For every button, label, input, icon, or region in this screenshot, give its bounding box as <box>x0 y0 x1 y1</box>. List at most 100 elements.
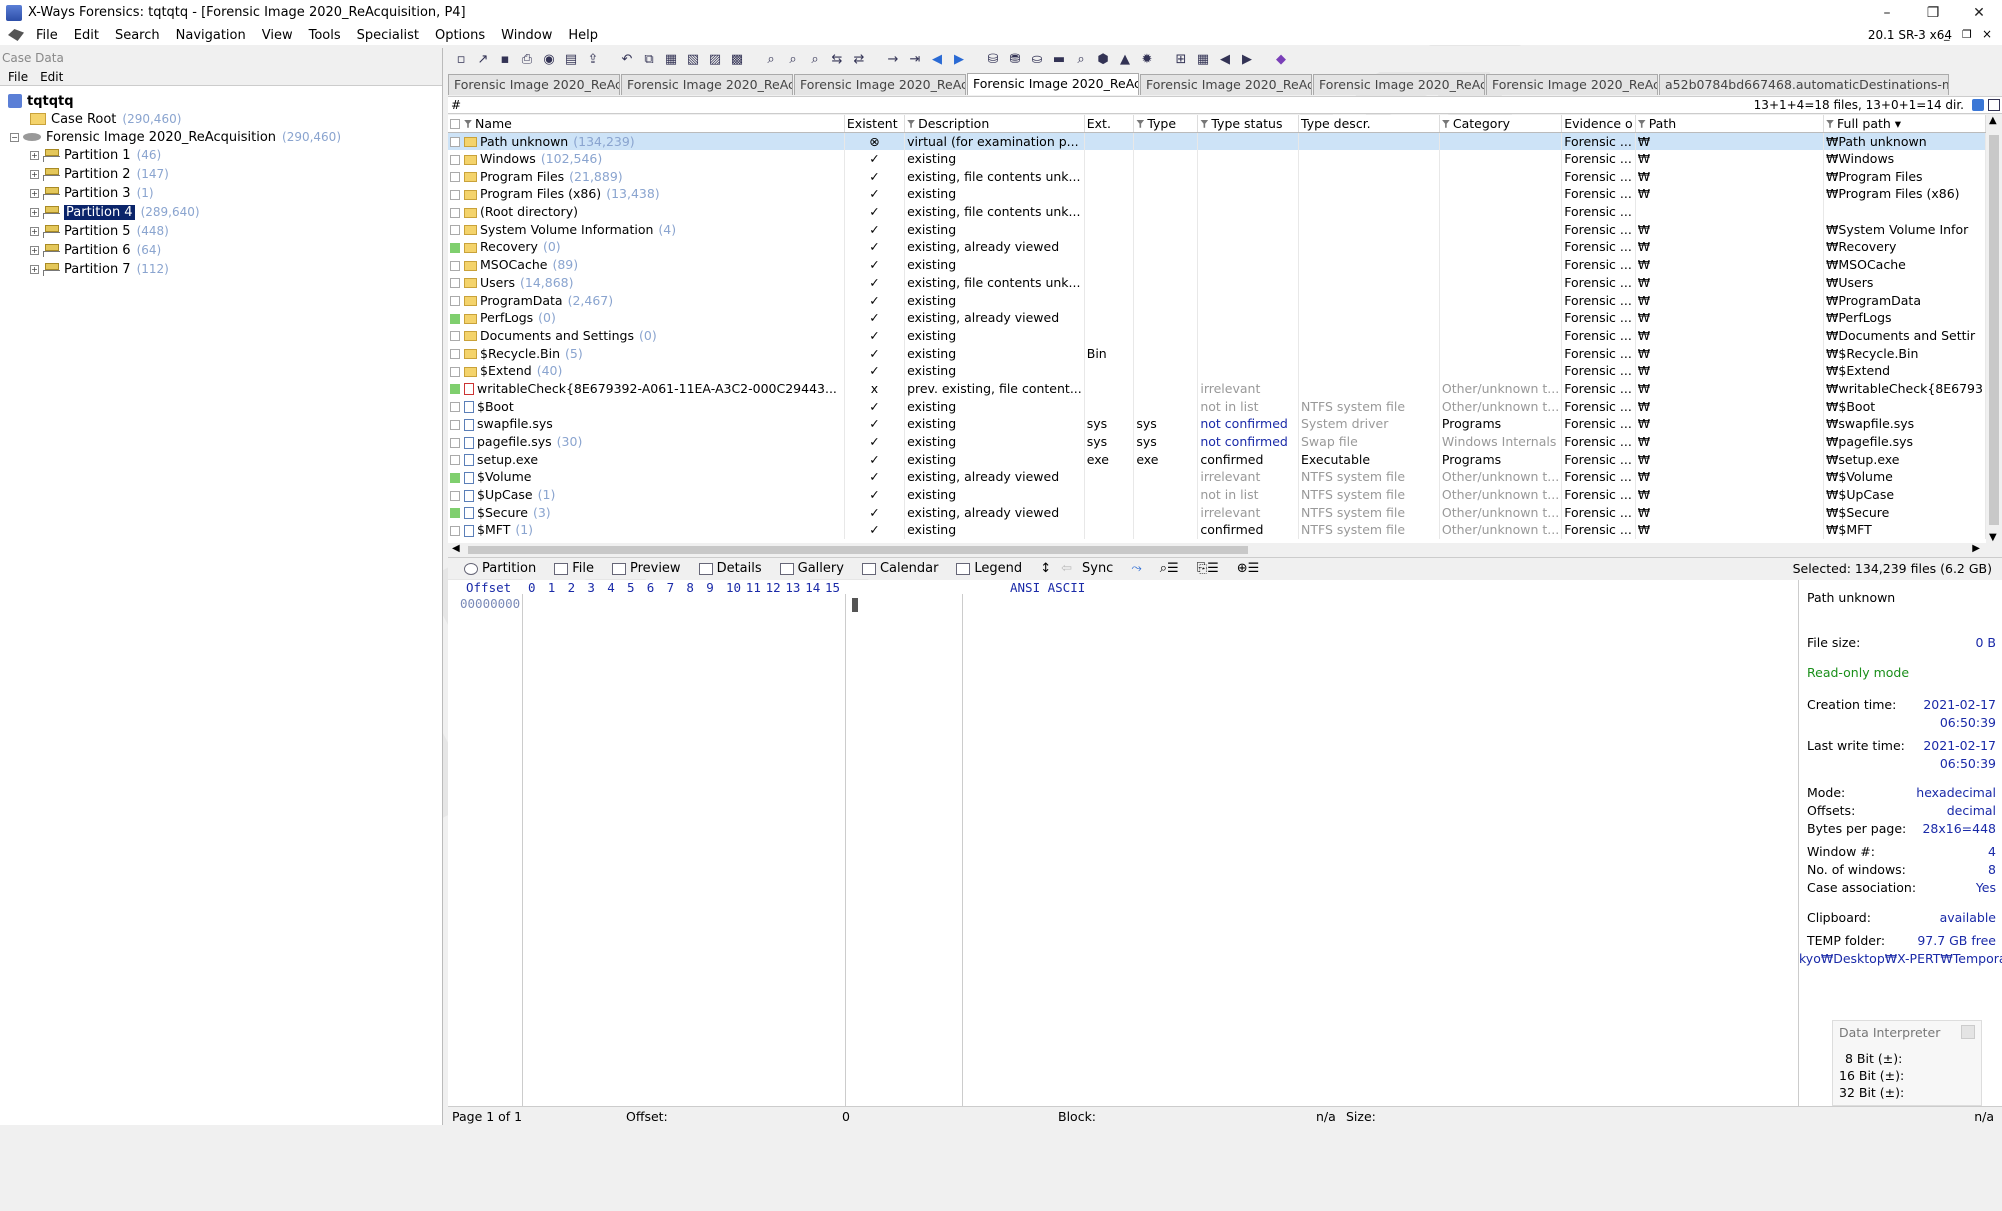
col-evidence[interactable]: Evidence o <box>1561 115 1636 133</box>
tab-0[interactable]: Forensic Image 2020_ReAc... <box>448 74 620 95</box>
col-ext[interactable]: Ext. <box>1084 115 1135 133</box>
current-path[interactable]: # <box>451 98 461 112</box>
find-hex-icon[interactable]: ⌕ <box>784 50 802 68</box>
expand-toggle[interactable]: + <box>30 264 39 274</box>
horizontal-scrollbar[interactable]: ◀ ▶ <box>448 543 2002 557</box>
system-menu-icon[interactable] <box>8 29 24 41</box>
open-icon[interactable]: ↗ <box>474 50 492 68</box>
tab-5[interactable]: Forensic Image 2020_ReAc... <box>1313 74 1485 95</box>
refresh-icon[interactable] <box>1972 99 1984 111</box>
tree-node-partition-3[interactable]: + Partition 3 (1) <box>30 184 154 202</box>
play-back-icon[interactable]: ◀ <box>1216 50 1234 68</box>
find-text-icon[interactable]: ⌕ <box>762 50 780 68</box>
data-interpreter[interactable]: Data Interpreter 8 Bit (±): 16 Bit (±): … <box>1832 1020 1982 1106</box>
table-row[interactable]: $Volume ✓ existing, already viewed irreleva… <box>448 468 1986 486</box>
cell-name[interactable]: setup.exe <box>448 450 845 469</box>
row-checkbox[interactable] <box>450 242 460 253</box>
view-icon[interactable]: ⊞ <box>1172 50 1190 68</box>
partition-button[interactable]: Partition <box>464 561 536 576</box>
menu-tools[interactable]: Tools <box>301 28 349 43</box>
cell-name[interactable]: $MFT (1) <box>448 521 845 539</box>
row-checkbox[interactable] <box>450 331 460 342</box>
cell-name[interactable]: MSOCache (89) <box>448 255 845 274</box>
tree-node-partition-6[interactable]: + Partition 6 (64) <box>30 241 161 259</box>
tab-4[interactable]: Forensic Image 2020_ReAc... <box>1140 74 1312 95</box>
target-icon[interactable]: ⊕☰ <box>1237 561 1260 576</box>
offset-value[interactable]: 0 <box>842 1109 850 1124</box>
file-button[interactable]: File <box>554 561 594 576</box>
cell-name[interactable]: Program Files (x86) (13,438) <box>448 185 845 203</box>
table-row[interactable]: PerfLogs (0) ✓ existing, already viewed Fore… <box>448 308 1986 327</box>
table-row[interactable]: Recovery (0) ✓ existing, already viewed Fore… <box>448 238 1986 256</box>
close-icon[interactable] <box>1961 1025 1975 1039</box>
select-all-checkbox[interactable] <box>450 119 460 130</box>
table-row[interactable]: setup.exe ✓ existing exe exe confirmed Executa… <box>448 450 1986 469</box>
menu-search[interactable]: Search <box>107 28 168 43</box>
table-row[interactable]: Program Files (x86) (13,438) ✓ existing Fore… <box>448 185 1986 203</box>
replace-icon[interactable]: ⇆ <box>828 50 846 68</box>
copy-icon[interactable]: ⧉ <box>640 50 658 68</box>
link-icon[interactable]: ⤳ <box>1131 561 1141 576</box>
restore-button[interactable]: ❐ <box>1910 0 1956 25</box>
cell-name[interactable]: Recovery (0) <box>448 238 845 256</box>
save-list-icon[interactable] <box>1988 99 2000 111</box>
read-only-mode[interactable]: Read-only mode <box>1807 665 1909 680</box>
cell-name[interactable]: $Extend (40) <box>448 361 845 380</box>
filter-icon[interactable] <box>907 119 916 128</box>
gallery-button[interactable]: Gallery <box>779 561 844 576</box>
table-row[interactable]: $Extend (40) ✓ existing Forensic ... ₩ ₩$Exten… <box>448 361 1986 380</box>
cell-name[interactable]: Path unknown (134,239) <box>448 132 845 150</box>
goto-sector-icon[interactable]: ⇥ <box>906 50 924 68</box>
menu-file[interactable]: File <box>28 28 66 43</box>
table-row[interactable]: MSOCache (89) ✓ existing Forensic ... ₩ ₩MSOCa… <box>448 255 1986 274</box>
table-row[interactable]: System Volume Information (4) ✓ existing For… <box>448 220 1986 239</box>
row-checkbox[interactable] <box>450 189 460 200</box>
row-checkbox[interactable] <box>450 137 460 148</box>
tab-3-active[interactable]: Forensic Image 2020_ReAc... <box>967 73 1139 95</box>
scroll-left-icon[interactable]: ◀ <box>452 543 460 554</box>
replace-hex-icon[interactable]: ⇄ <box>850 50 868 68</box>
row-checkbox[interactable] <box>450 349 460 360</box>
col-name[interactable]: Name <box>448 115 845 133</box>
save-icon[interactable]: ▪ <box>496 50 514 68</box>
table-row[interactable]: Documents and Settings (0) ✓ existing Forens… <box>448 326 1986 345</box>
vertical-scrollbar[interactable]: ▲ ▼ <box>1986 115 2002 543</box>
collapse-toggle[interactable]: − <box>10 132 19 142</box>
col-type-descr[interactable]: Type descr. <box>1298 115 1440 133</box>
menu-navigation[interactable]: Navigation <box>168 28 254 43</box>
menu-window[interactable]: Window <box>493 28 560 43</box>
menu-options[interactable]: Options <box>427 28 493 43</box>
row-checkbox[interactable] <box>450 419 460 430</box>
row-checkbox[interactable] <box>450 260 460 271</box>
tree-node-partition-7[interactable]: + Partition 7 (112) <box>30 260 169 278</box>
cell-name[interactable]: Users (14,868) <box>448 273 845 292</box>
legend-button[interactable]: Legend <box>956 561 1022 576</box>
analyze-icon[interactable]: ⬢ <box>1094 50 1112 68</box>
cell-name[interactable]: Program Files (21,889) <box>448 167 845 186</box>
table-row[interactable]: Program Files (21,889) ✓ existing, file con… <box>448 167 1986 186</box>
disk-open-icon[interactable]: ◉ <box>540 50 558 68</box>
tab-7[interactable]: a52b0784bd667468.automaticDestinations-m… <box>1659 74 1949 95</box>
mdi-restore-button[interactable]: ❐ <box>1962 28 1972 41</box>
row-checkbox[interactable] <box>450 366 460 377</box>
tree-node-evidence[interactable]: − Forensic Image 2020_ReAcquisition (290… <box>10 128 341 146</box>
cell-name[interactable]: System Volume Information (4) <box>448 220 845 239</box>
row-checkbox[interactable] <box>450 296 460 307</box>
tab-1[interactable]: Forensic Image 2020_ReAc... <box>621 74 793 95</box>
bookmark-icon[interactable]: ⎘☰ <box>1197 561 1219 576</box>
gear-icon[interactable]: ✹ <box>1138 50 1156 68</box>
tree-node-partition-4[interactable]: + Partition 4 (289,640) <box>30 203 200 221</box>
search-hits-icon[interactable]: ⌕☰ <box>1160 561 1179 576</box>
cell-name[interactable]: pagefile.sys (30) <box>448 432 845 451</box>
filter-icon[interactable] <box>1441 119 1450 128</box>
mdi-close-button[interactable]: × <box>1982 27 1992 41</box>
table-row[interactable]: swapfile.sys ✓ existing sys sys not confirmed… <box>448 415 1986 433</box>
cell-name[interactable]: PerfLogs (0) <box>448 308 845 327</box>
filter-icon[interactable] <box>1136 119 1145 128</box>
back-arrow-icon[interactable]: ◀ <box>928 50 946 68</box>
row-checkbox[interactable] <box>450 384 460 395</box>
row-checkbox[interactable] <box>450 508 460 519</box>
block-value[interactable]: n/a <box>1316 1109 1336 1124</box>
new-file-icon[interactable]: ▫ <box>452 50 470 68</box>
write-icon[interactable]: ▨ <box>706 50 724 68</box>
